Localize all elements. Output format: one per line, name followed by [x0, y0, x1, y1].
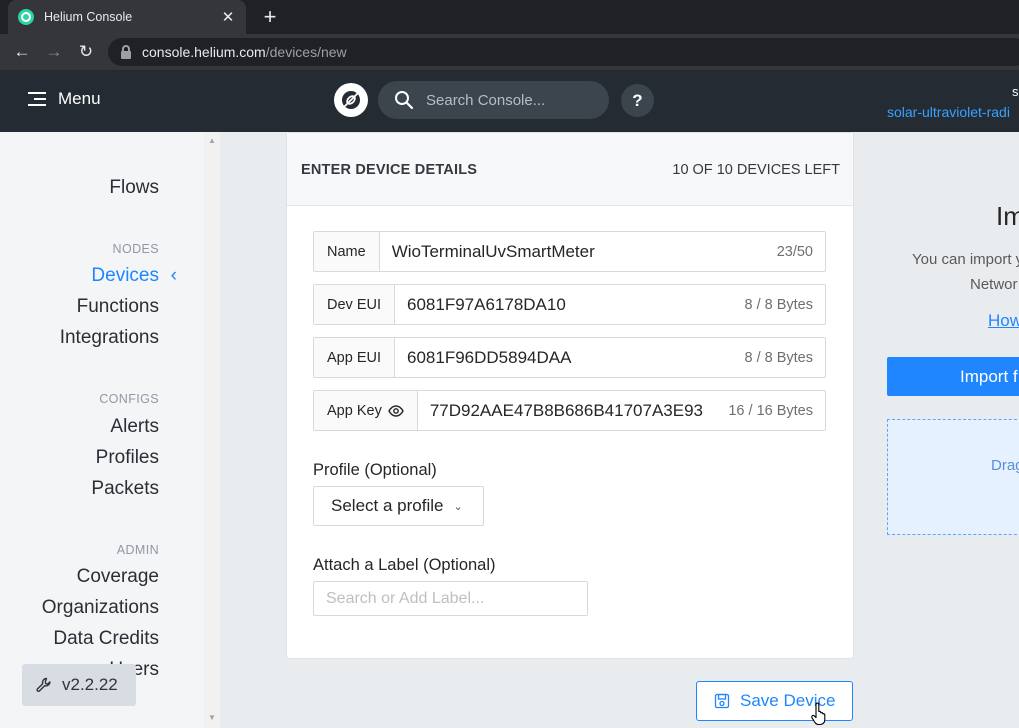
import-button[interactable]: Import f [887, 357, 1019, 396]
eye-icon[interactable] [388, 404, 404, 417]
name-addon: Name [314, 232, 380, 271]
sidebar-item-organizations[interactable]: Organizations [42, 597, 159, 619]
import-dropzone[interactable]: Drag [887, 419, 1019, 535]
sidebar-item-coverage[interactable]: Coverage [77, 566, 159, 588]
hand-cursor-icon [811, 702, 826, 726]
profile-select-value: Select a profile [331, 496, 444, 515]
sidebar-item-profiles[interactable]: Profiles [96, 447, 159, 469]
sidebar-item-functions[interactable]: Functions [77, 296, 159, 318]
save-icon [714, 693, 730, 709]
import-help-link[interactable]: How [988, 311, 1019, 331]
sidebar-item-packets[interactable]: Packets [91, 478, 159, 500]
sidebar: Flows NODES Devices ‹ Functions Integrat… [0, 132, 204, 728]
app-key-counter: 16 / 16 Bytes [728, 402, 813, 419]
sidebar-section-admin: ADMIN [116, 543, 159, 557]
search-icon [395, 91, 414, 110]
sidebar-item-label: Devices [91, 265, 159, 286]
menu-button[interactable]: Menu [28, 89, 101, 109]
chevron-down-icon: ⌄ [453, 500, 463, 513]
app-eui-counter: 8 / 8 Bytes [744, 349, 813, 366]
url-host: console.helium.com [142, 44, 266, 60]
sidebar-scrollbar[interactable]: ▲ ▼ [204, 132, 220, 728]
app-key-input[interactable]: 77D92AAE47B8B686B41707A3E93 [418, 401, 729, 421]
dev-eui-counter: 8 / 8 Bytes [744, 296, 813, 313]
close-icon[interactable]: ✕ [220, 8, 236, 26]
browser-tab[interactable]: Helium Console ✕ [8, 0, 246, 34]
helium-logo-icon[interactable] [334, 83, 368, 117]
forward-arrow-icon[interactable]: → [43, 42, 65, 62]
dev-eui-addon: Dev EUI [314, 285, 395, 324]
help-button[interactable]: ? [621, 84, 654, 117]
chevron-left-icon: ‹ [170, 265, 177, 286]
name-input[interactable]: WioTerminalUvSmartMeter [380, 242, 777, 262]
sidebar-item-alerts[interactable]: Alerts [110, 416, 159, 438]
menu-label: Menu [58, 89, 101, 108]
browser-tab-bar: Helium Console ✕ + [0, 0, 1019, 34]
browser-address-bar: ← → ↻ console.helium.com/devices/new [0, 34, 1019, 70]
sidebar-item-integrations[interactable]: Integrations [60, 327, 159, 349]
sidebar-item-data-credits[interactable]: Data Credits [53, 628, 159, 650]
lock-icon [120, 45, 132, 59]
sidebar-item-devices[interactable]: Devices ‹ [91, 265, 177, 287]
organization-name[interactable]: solar-ultraviolet-radi [887, 104, 1010, 120]
helium-favicon-icon [18, 9, 34, 25]
name-field[interactable]: Name WioTerminalUvSmartMeter 23/50 [313, 231, 826, 272]
menu-icon [28, 92, 46, 106]
app-eui-field[interactable]: App EUI 6081F96DD5894DAA 8 / 8 Bytes [313, 337, 826, 378]
scroll-down-icon[interactable]: ▼ [204, 713, 220, 722]
label-search-input[interactable] [313, 581, 588, 616]
app-eui-addon: App EUI [314, 338, 395, 377]
name-counter: 23/50 [776, 243, 813, 260]
sidebar-section-nodes: NODES [112, 242, 159, 256]
dev-eui-input[interactable]: 6081F97A6178DA10 [395, 295, 744, 315]
app-key-field[interactable]: App Key 77D92AAE47B8B686B41707A3E93 16 /… [313, 390, 826, 431]
search-input[interactable] [426, 91, 596, 109]
card-title: ENTER DEVICE DETAILS [301, 162, 478, 178]
import-panel-text: You can import y [912, 251, 1019, 268]
import-panel-title: Im [996, 201, 1019, 231]
app-key-label: App Key [327, 402, 382, 419]
import-panel-text-2: Networ [970, 276, 1018, 293]
sidebar-section-configs: CONFIGS [99, 392, 159, 406]
reload-icon[interactable]: ↻ [75, 42, 97, 62]
profile-label: Profile (Optional) [313, 461, 437, 479]
version-label: v2.2.22 [62, 675, 118, 694]
scroll-up-icon[interactable]: ▲ [204, 136, 220, 145]
wrench-icon [36, 677, 51, 692]
url-field[interactable]: console.helium.com/devices/new [108, 38, 1019, 66]
app-eui-input[interactable]: 6081F96DD5894DAA [395, 348, 744, 368]
sidebar-item-flows[interactable]: Flows [109, 177, 159, 199]
attach-label-label: Attach a Label (Optional) [313, 556, 496, 574]
version-badge[interactable]: v2.2.22 [22, 664, 136, 706]
card-header: ENTER DEVICE DETAILS 10 OF 10 DEVICES LE… [287, 133, 853, 206]
url-path: /devices/new [265, 44, 347, 60]
tab-title: Helium Console [44, 10, 133, 24]
dropzone-text: Drag [991, 457, 1019, 474]
search-box[interactable] [378, 81, 609, 119]
app-key-addon: App Key [314, 391, 418, 430]
profile-select[interactable]: Select a profile ⌄ [313, 486, 484, 526]
new-tab-button[interactable]: + [258, 5, 282, 29]
back-arrow-icon[interactable]: ← [11, 42, 33, 62]
devices-left-count: 10 OF 10 DEVICES LEFT [672, 162, 840, 178]
app-header: Menu ? s solar-ultraviolet-radi [0, 70, 1019, 132]
org-initial: s [1012, 84, 1019, 99]
dev-eui-field[interactable]: Dev EUI 6081F97A6178DA10 8 / 8 Bytes [313, 284, 826, 325]
